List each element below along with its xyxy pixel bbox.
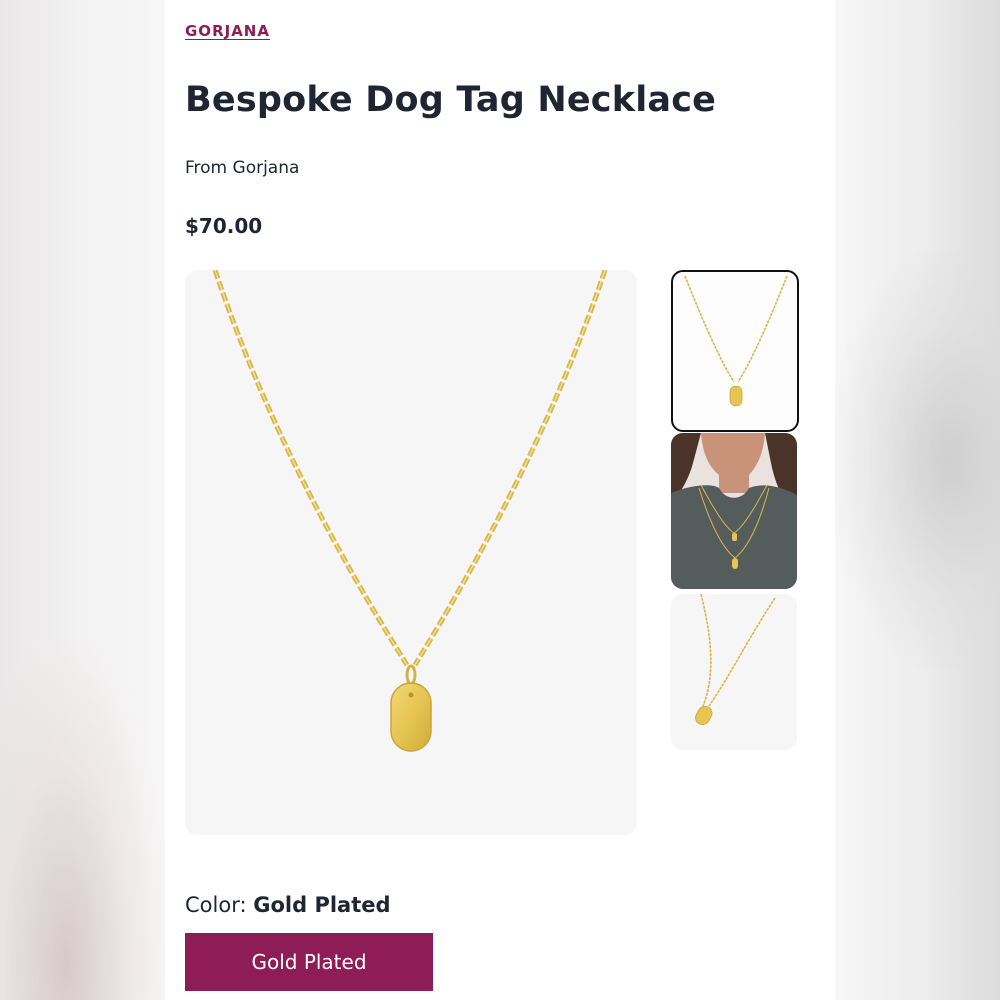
- thumbnail-necklace-angled[interactable]: [671, 594, 797, 750]
- product-title: Bespoke Dog Tag Necklace: [185, 80, 717, 120]
- product-vendor: From Gorjana: [185, 158, 300, 178]
- selected-color: Gold Plated: [253, 893, 391, 917]
- product-price: $70.00: [185, 214, 263, 238]
- color-option-gold-plated[interactable]: Gold Plated: [185, 933, 433, 991]
- brand-link[interactable]: GORJANA: [185, 22, 270, 40]
- thumbnail-model-wearing[interactable]: [671, 433, 797, 589]
- product-page: GORJANA Bespoke Dog Tag Necklace From Go…: [165, 0, 835, 1000]
- thumbnail-necklace-front[interactable]: [671, 270, 799, 432]
- background-blur-right: [835, 250, 1000, 670]
- main-product-image[interactable]: [185, 270, 637, 835]
- color-label-prefix: Color:: [185, 893, 247, 917]
- background-blur-left: [0, 640, 165, 1000]
- necklace-image: [212, 270, 608, 752]
- color-label: Color: Gold Plated: [185, 893, 391, 917]
